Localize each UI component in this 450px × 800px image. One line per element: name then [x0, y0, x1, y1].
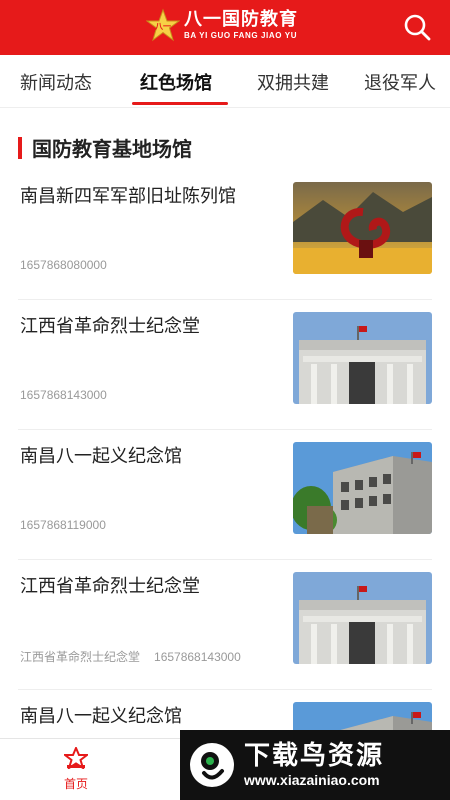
logo-title: 八一国防教育 [184, 8, 298, 30]
nav-home[interactable]: 首页 [48, 747, 104, 799]
list-item[interactable]: 南昌新四军军部旧址陈列馆 1657868080000 [18, 170, 432, 300]
watermark-url: www.xiazainiao.com [244, 772, 380, 788]
app-header: 八一 八一国防教育 BA YI GUO FANG JIAO YU [0, 0, 450, 55]
active-tab-indicator [132, 102, 228, 105]
watermark-banner: 下载鸟资源 www.xiazainiao.com [180, 730, 450, 800]
bird-logo-icon [190, 743, 234, 787]
item-title: 江西省革命烈士纪念堂 [20, 316, 200, 337]
section-title: 国防教育基地场馆 [32, 137, 192, 161]
item-timestamp: 1657868080000 [20, 258, 107, 272]
section-accent-bar [18, 136, 22, 159]
item-title: 南昌新四军军部旧址陈列馆 [20, 186, 236, 207]
item-timestamp: 1657868143000 [154, 650, 241, 664]
item-meta: 1657868119000 [20, 518, 106, 532]
item-meta: 1657868143000 [20, 388, 107, 402]
item-source: 江西省革命烈士纪念堂 [20, 650, 141, 664]
memorial-hall-image [293, 312, 432, 404]
item-title: 南昌八一起义纪念馆 [20, 446, 182, 467]
list-item[interactable]: 江西省革命烈士纪念堂 1657868143000 [18, 300, 432, 430]
tabs-divider [0, 107, 450, 108]
home-star-icon [64, 747, 88, 769]
item-timestamp: 1657868143000 [20, 388, 107, 402]
item-thumbnail [293, 182, 432, 274]
item-timestamp: 1657868119000 [20, 518, 106, 532]
item-meta: 江西省革命烈士纪念堂 1657868143000 [20, 648, 241, 665]
memorial-hall-image [293, 572, 432, 664]
section-header: 国防教育基地场馆 [18, 133, 192, 162]
tab-dual-support[interactable]: 双拥共建 [238, 55, 348, 107]
army-star-icon: 八一 [146, 8, 180, 42]
svg-text:八一: 八一 [154, 22, 171, 31]
watermark-title: 下载鸟资源 [244, 741, 385, 771]
monument-sculpture-image [293, 182, 432, 274]
museum-building-image [293, 442, 432, 534]
tab-news[interactable]: 新闻动态 [6, 55, 106, 107]
tab-veterans[interactable]: 退役军人 [350, 55, 450, 107]
item-thumbnail [293, 442, 432, 534]
list-item[interactable]: 江西省革命烈士纪念堂 江西省革命烈士纪念堂 1657868143000 [18, 560, 432, 690]
list-item[interactable]: 南昌八一起义纪念馆 1657868119000 [18, 430, 432, 560]
search-icon[interactable] [402, 12, 432, 42]
item-title: 南昌八一起义纪念馆 [20, 706, 182, 727]
nav-home-label: 首页 [63, 777, 88, 791]
item-meta: 1657868080000 [20, 258, 107, 272]
venue-list: 南昌新四军军部旧址陈列馆 1657868080000 江西省革命烈士纪念堂 16… [0, 170, 450, 800]
item-thumbnail [293, 572, 432, 664]
item-title: 江西省革命烈士纪念堂 [20, 576, 200, 597]
app-logo: 八一 八一国防教育 BA YI GUO FANG JIAO YU [146, 8, 298, 42]
item-thumbnail [293, 312, 432, 404]
logo-subtitle: BA YI GUO FANG JIAO YU [184, 30, 298, 40]
tab-red-venues[interactable]: 红色场馆 [118, 55, 234, 107]
category-tabs: 新闻动态 红色场馆 双拥共建 退役军人 [0, 55, 450, 107]
